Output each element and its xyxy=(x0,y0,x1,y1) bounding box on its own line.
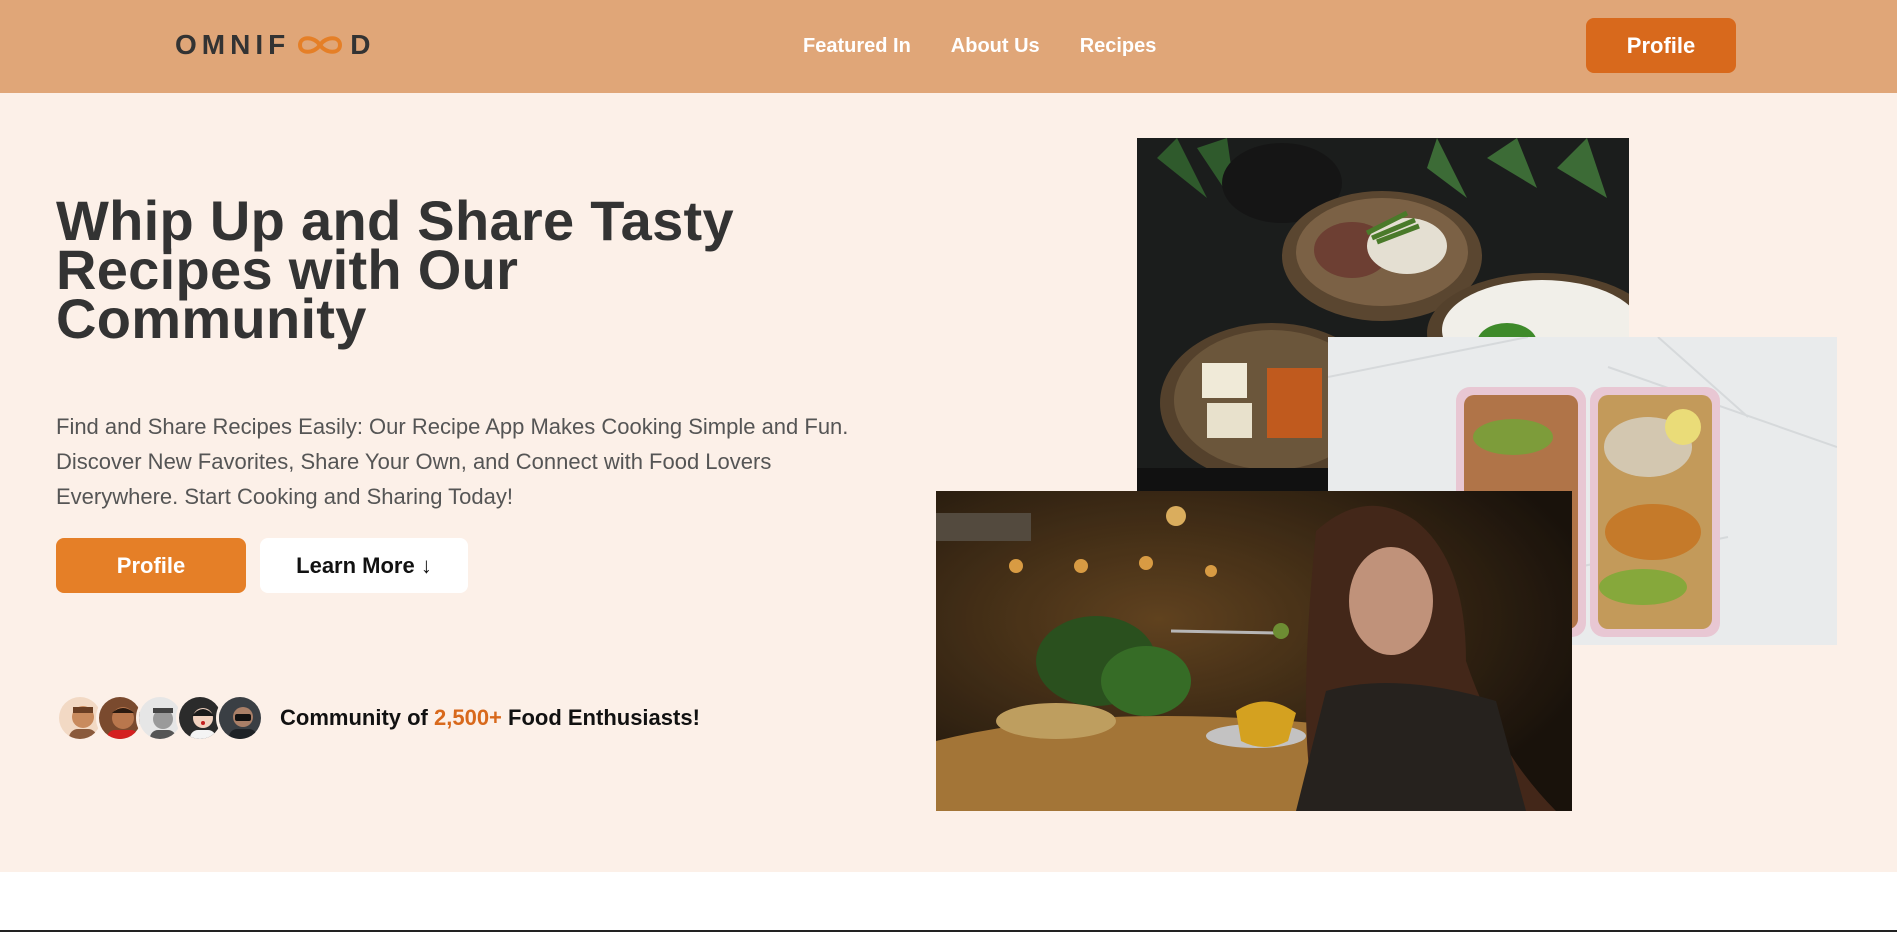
nav-recipes[interactable]: Recipes xyxy=(1080,34,1157,58)
header-profile-button[interactable]: Profile xyxy=(1586,18,1736,73)
logo-text-right: D xyxy=(350,29,376,60)
site-header: OMNIF D Featured In About Us Recipes Pro… xyxy=(0,0,1897,93)
logo[interactable]: OMNIF D xyxy=(175,27,375,63)
learn-more-button[interactable]: Learn More ↓ xyxy=(260,538,468,593)
community-block: Community of 2,500+ Food Enthusiasts! xyxy=(56,693,700,743)
community-suffix: Food Enthusiasts! xyxy=(501,705,700,730)
infinity-logo-icon xyxy=(298,36,343,54)
main-nav: Featured In About Us Recipes xyxy=(803,34,1156,58)
nav-about-us[interactable]: About Us xyxy=(951,34,1040,58)
community-count: 2,500+ xyxy=(434,705,502,730)
community-prefix: Community of xyxy=(280,705,434,730)
nav-featured-in[interactable]: Featured In xyxy=(803,34,911,58)
avatar xyxy=(216,694,264,742)
community-text: Community of 2,500+ Food Enthusiasts! xyxy=(280,705,700,731)
logo-text-left: OMNIF xyxy=(175,29,291,60)
next-section-strip xyxy=(0,872,1897,932)
avatar-group xyxy=(56,694,264,742)
hero-section: Whip Up and Share Tasty Recipes with Our… xyxy=(0,93,1897,872)
hero-title: Whip Up and Share Tasty Recipes with Our… xyxy=(56,189,734,350)
hero-profile-button[interactable]: Profile xyxy=(56,538,246,593)
woman-eating-image xyxy=(936,491,1572,811)
hero-description: Find and Share Recipes Easily: Our Recip… xyxy=(56,414,849,509)
